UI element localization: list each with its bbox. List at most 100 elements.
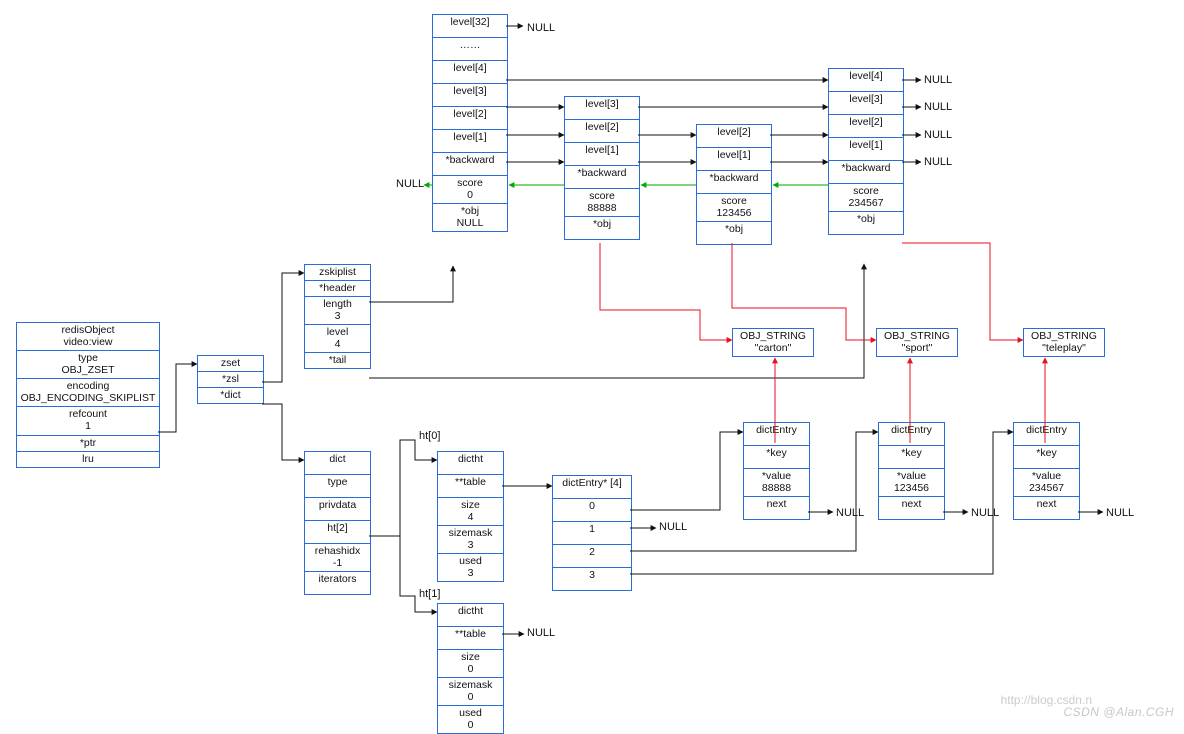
dictht0-table-cell: **table bbox=[438, 475, 503, 498]
dict-title-cell: dict bbox=[305, 452, 370, 475]
zskiplist-header-cell: *header bbox=[305, 281, 370, 297]
dictht1-title-cell: dictht bbox=[438, 604, 503, 627]
e3-next-cell: next bbox=[1014, 497, 1079, 519]
null-label: NULL bbox=[971, 507, 999, 519]
null-label: NULL bbox=[527, 22, 555, 34]
obj-string-sport-cell: OBJ_STRING "sport" bbox=[877, 329, 957, 356]
zset-box: zset *zsl *dict bbox=[197, 355, 264, 404]
node3-level1-cell: level[1] bbox=[829, 138, 903, 161]
dictht1-sizemask-cell: sizemask 0 bbox=[438, 678, 503, 706]
dictht1-box: dictht **table size 0 sizemask 0 used 0 bbox=[437, 603, 504, 734]
header-level4-cell: level[4] bbox=[433, 61, 507, 84]
dictht0-box: dictht **table size 4 sizemask 3 used 3 bbox=[437, 451, 504, 582]
node1-level2-cell: level[2] bbox=[565, 120, 639, 143]
zskiplist-box: zskiplist *header length 3 level 4 *tail bbox=[304, 264, 371, 369]
dict-iterators-cell: iterators bbox=[305, 572, 370, 594]
e2-value-cell: *value 123456 bbox=[879, 469, 944, 497]
null-label: NULL bbox=[924, 156, 952, 168]
arr-title-cell: dictEntry* [4] bbox=[553, 476, 631, 499]
skiplist-node-3: level[4] level[3] level[2] level[1] *bac… bbox=[828, 68, 904, 235]
ht1-label: ht[1] bbox=[419, 588, 440, 600]
e1-value-cell: *value 88888 bbox=[744, 469, 809, 497]
dict-privdata-cell: privdata bbox=[305, 498, 370, 521]
node3-level3-cell: level[3] bbox=[829, 92, 903, 115]
node2-score-cell: score 123456 bbox=[697, 194, 771, 222]
null-label: NULL bbox=[659, 521, 687, 533]
node2-obj-cell: *obj bbox=[697, 222, 771, 244]
e2-key-cell: *key bbox=[879, 446, 944, 469]
dictht0-title-cell: dictht bbox=[438, 452, 503, 475]
dictentry-2-box: dictEntry *key *value 123456 next bbox=[878, 422, 945, 520]
skiplist-header-node: level[32] …… level[4] level[3] level[2] … bbox=[432, 14, 508, 232]
dict-rehashidx-cell: rehashidx -1 bbox=[305, 544, 370, 572]
skiplist-node-2: level[2] level[1] *backward score 123456… bbox=[696, 124, 772, 245]
skiplist-node-1: level[3] level[2] level[1] *backward sco… bbox=[564, 96, 640, 240]
e1-title-cell: dictEntry bbox=[744, 423, 809, 446]
redisobject-encoding-cell: encoding OBJ_ENCODING_SKIPLIST bbox=[17, 379, 159, 407]
node2-level1-cell: level[1] bbox=[697, 148, 771, 171]
arr-3-cell: 3 bbox=[553, 568, 631, 590]
header-level2-cell: level[2] bbox=[433, 107, 507, 130]
zset-dict-cell: *dict bbox=[198, 388, 263, 403]
header-ellipsis-cell: …… bbox=[433, 38, 507, 61]
e3-title-cell: dictEntry bbox=[1014, 423, 1079, 446]
null-label: NULL bbox=[836, 507, 864, 519]
node2-backward-cell: *backward bbox=[697, 171, 771, 194]
node3-backward-cell: *backward bbox=[829, 161, 903, 184]
zset-zsl-cell: *zsl bbox=[198, 372, 263, 388]
dictentry-array-box: dictEntry* [4] 0 1 2 3 bbox=[552, 475, 632, 591]
ht0-label: ht[0] bbox=[419, 430, 440, 442]
dictht1-size-cell: size 0 bbox=[438, 650, 503, 678]
zskiplist-level-cell: level 4 bbox=[305, 325, 370, 353]
dictentry-3-box: dictEntry *key *value 234567 next bbox=[1013, 422, 1080, 520]
node1-score-cell: score 88888 bbox=[565, 189, 639, 217]
arr-2-cell: 2 bbox=[553, 545, 631, 568]
e1-next-cell: next bbox=[744, 497, 809, 519]
redisobject-ptr-cell: *ptr bbox=[17, 436, 159, 452]
header-level1-cell: level[1] bbox=[433, 130, 507, 153]
dict-ht-cell: ht[2] bbox=[305, 521, 370, 544]
redisobject-type-cell: type OBJ_ZSET bbox=[17, 351, 159, 379]
null-label: NULL bbox=[396, 178, 424, 190]
redisobject-refcount-cell: refcount 1 bbox=[17, 407, 159, 435]
null-label: NULL bbox=[924, 74, 952, 86]
arr-0-cell: 0 bbox=[553, 499, 631, 522]
dictht0-size-cell: size 4 bbox=[438, 498, 503, 526]
zskiplist-tail-cell: *tail bbox=[305, 353, 370, 368]
null-label: NULL bbox=[527, 627, 555, 639]
null-label: NULL bbox=[924, 129, 952, 141]
obj-string-carton-cell: OBJ_STRING "carton" bbox=[733, 329, 813, 356]
null-label: NULL bbox=[1106, 507, 1134, 519]
e3-value-cell: *value 234567 bbox=[1014, 469, 1079, 497]
zset-title-cell: zset bbox=[198, 356, 263, 372]
csdn-watermark: CSDN @Alan.CGH bbox=[1063, 705, 1174, 719]
header-backward-cell: *backward bbox=[433, 153, 507, 176]
e2-title-cell: dictEntry bbox=[879, 423, 944, 446]
e2-next-cell: next bbox=[879, 497, 944, 519]
dictht0-sizemask-cell: sizemask 3 bbox=[438, 526, 503, 554]
obj-string-teleplay: OBJ_STRING "teleplay" bbox=[1023, 328, 1105, 357]
null-label: NULL bbox=[924, 101, 952, 113]
obj-string-sport: OBJ_STRING "sport" bbox=[876, 328, 958, 357]
redisobject-box: redisObject video:view type OBJ_ZSET enc… bbox=[16, 322, 160, 468]
arr-1-cell: 1 bbox=[553, 522, 631, 545]
dictht0-used-cell: used 3 bbox=[438, 554, 503, 581]
e3-key-cell: *key bbox=[1014, 446, 1079, 469]
node3-level4-cell: level[4] bbox=[829, 69, 903, 92]
dictht1-table-cell: **table bbox=[438, 627, 503, 650]
zskiplist-length-cell: length 3 bbox=[305, 297, 370, 325]
node1-backward-cell: *backward bbox=[565, 166, 639, 189]
redisobject-lru-cell: lru bbox=[17, 452, 159, 467]
node2-level2-cell: level[2] bbox=[697, 125, 771, 148]
node3-obj-cell: *obj bbox=[829, 212, 903, 234]
header-level3-cell: level[3] bbox=[433, 84, 507, 107]
diagram-canvas: redisObject video:view type OBJ_ZSET enc… bbox=[0, 0, 1184, 722]
node1-level1-cell: level[1] bbox=[565, 143, 639, 166]
node1-obj-cell: *obj bbox=[565, 217, 639, 239]
e1-key-cell: *key bbox=[744, 446, 809, 469]
dictentry-1-box: dictEntry *key *value 88888 next bbox=[743, 422, 810, 520]
header-obj-cell: *obj NULL bbox=[433, 204, 507, 231]
node3-score-cell: score 234567 bbox=[829, 184, 903, 212]
zskiplist-title-cell: zskiplist bbox=[305, 265, 370, 281]
obj-string-carton: OBJ_STRING "carton" bbox=[732, 328, 814, 357]
